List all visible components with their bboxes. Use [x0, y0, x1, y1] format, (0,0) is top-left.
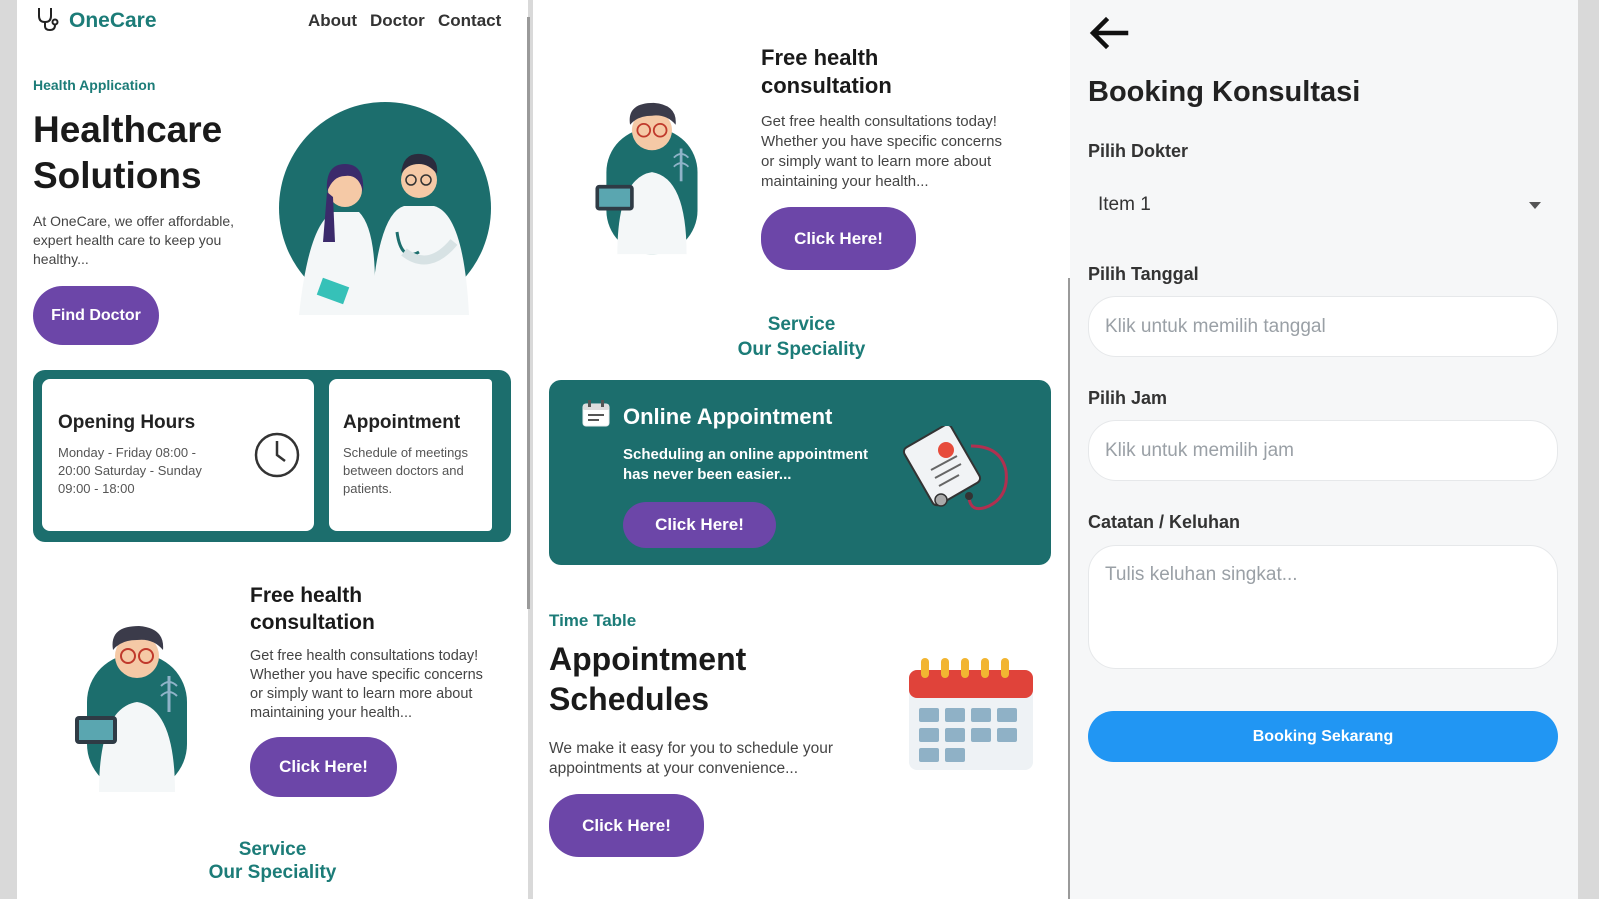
hero-desc-line3: healthy... — [33, 251, 89, 267]
free-consult-click-button[interactable]: Click Here! — [250, 737, 397, 797]
app-logo-text[interactable]: OneCare — [69, 9, 157, 33]
notes-label: Catatan / Keluhan — [1088, 512, 1241, 532]
hero-desc-line2: expert health care to keep you — [33, 232, 222, 248]
doctor-label: Pilih Dokter — [1088, 141, 1189, 161]
opening-hours-card: Opening Hours Monday - Friday 08:00 - 20… — [42, 379, 314, 531]
dropdown-arrow-icon — [1529, 202, 1541, 209]
doctor-tablet-illustration — [75, 626, 187, 792]
online-appointment-click-button[interactable]: Click Here! — [623, 502, 776, 548]
timetable-click-button[interactable]: Click Here! — [549, 794, 704, 857]
free-consult-desc-line3: or simply want to learn more about — [250, 686, 473, 702]
free-consult-click-button[interactable]: Click Here! — [761, 207, 916, 270]
nav-doctor[interactable]: Doctor — [370, 11, 425, 31]
calendar-icon — [909, 658, 1033, 770]
speciality-heading: Our Speciality — [737, 339, 866, 360]
panel-divider — [527, 17, 530, 609]
online-appointment-desc-line1: Scheduling an online appointment — [623, 446, 869, 463]
hero-eyebrow: Health Application — [33, 77, 156, 93]
appointment-list-icon — [582, 400, 610, 427]
medical-record-stethoscope-icon — [902, 426, 1008, 511]
doctor-select-value: Item 1 — [1098, 194, 1151, 215]
booking-panel: Booking Konsultasi Pilih Dokter Item 1 P… — [1070, 0, 1578, 899]
opening-hours-title: Opening Hours — [58, 412, 196, 433]
appointment-card: Appointment Schedule of meetings between… — [329, 379, 492, 531]
free-consult-title-line1: Free health — [250, 584, 363, 607]
timetable-desc-line1: We make it easy for you to schedule your — [549, 740, 834, 757]
time-label: Pilih Jam — [1088, 388, 1168, 408]
info-cards-frame: Opening Hours Monday - Friday 08:00 - 20… — [33, 370, 511, 542]
free-consult-title-line2: consultation — [761, 73, 892, 98]
home-panel: OneCare About Doctor Contact Health Appl… — [17, 0, 528, 899]
timetable-eyebrow: Time Table — [549, 611, 637, 630]
hero-title-line2: Solutions — [33, 155, 202, 196]
doctor-select[interactable]: Item 1 — [1088, 184, 1558, 228]
timetable-title-line2: Schedules — [549, 681, 710, 717]
opening-hours-line1: Monday - Friday 08:00 - — [58, 445, 197, 460]
free-consult-title-line1: Free health — [761, 45, 879, 70]
booking-submit-button[interactable]: Booking Sekarang — [1088, 711, 1558, 762]
home-panel-scrolled: Free health consultation Get free health… — [533, 0, 1070, 899]
free-consult-desc-line1: Get free health consultations today! — [250, 648, 479, 664]
time-field[interactable]: Klik untuk memilih jam — [1088, 420, 1558, 481]
doctor-tablet-illustration — [595, 102, 698, 255]
free-consult-title-line2: consultation — [250, 611, 375, 634]
speciality-heading: Our Speciality — [208, 862, 337, 883]
timetable-title-line1: Appointment — [549, 641, 747, 677]
appointment-card-line3: patients. — [343, 481, 393, 496]
appointment-card-title: Appointment — [343, 412, 461, 433]
appointment-card-line2: between doctors and — [343, 463, 464, 478]
hero-desc-line1: At OneCare, we offer affordable, — [33, 213, 235, 229]
online-appointment-desc-line2: has never been easier... — [623, 466, 792, 483]
opening-hours-line2: 20:00 Saturday - Sunday — [58, 463, 202, 478]
date-label: Pilih Tanggal — [1088, 264, 1199, 284]
free-consult-desc-line1: Get free health consultations today! — [761, 113, 997, 130]
hero-title-line1: Healthcare — [33, 109, 223, 150]
service-heading: Service — [238, 839, 307, 860]
free-consult-desc-line2: Whether you have specific concerns — [250, 667, 483, 683]
date-field[interactable]: Klik untuk memilih tanggal — [1088, 296, 1558, 357]
back-arrow-icon[interactable] — [1088, 16, 1130, 50]
appointment-card-line1: Schedule of meetings — [343, 445, 469, 460]
booking-title: Booking Konsultasi — [1088, 76, 1361, 108]
find-doctor-button[interactable]: Find Doctor — [33, 286, 159, 345]
online-appointment-title: Online Appointment — [623, 404, 833, 429]
doctors-illustration — [279, 102, 491, 315]
notes-textarea[interactable]: Tulis keluhan singkat... — [1088, 545, 1558, 669]
nav-contact[interactable]: Contact — [438, 11, 501, 31]
free-consult-desc-line4: maintaining your health... — [250, 705, 413, 721]
stethoscope-logo-icon — [38, 8, 59, 32]
free-consult-desc-line3: or simply want to learn more about — [761, 153, 992, 170]
free-consult-desc-line4: maintaining your health... — [761, 173, 929, 190]
opening-hours-line3: 09:00 - 18:00 — [58, 481, 135, 496]
online-appointment-card: Online Appointment Scheduling an online … — [549, 380, 1051, 565]
timetable-desc-line2: appointments at your convenience... — [549, 760, 799, 777]
nav-about[interactable]: About — [308, 11, 357, 31]
free-consult-desc-line2: Whether you have specific concerns — [761, 133, 1002, 150]
clock-icon — [254, 432, 300, 478]
service-heading: Service — [767, 314, 836, 335]
